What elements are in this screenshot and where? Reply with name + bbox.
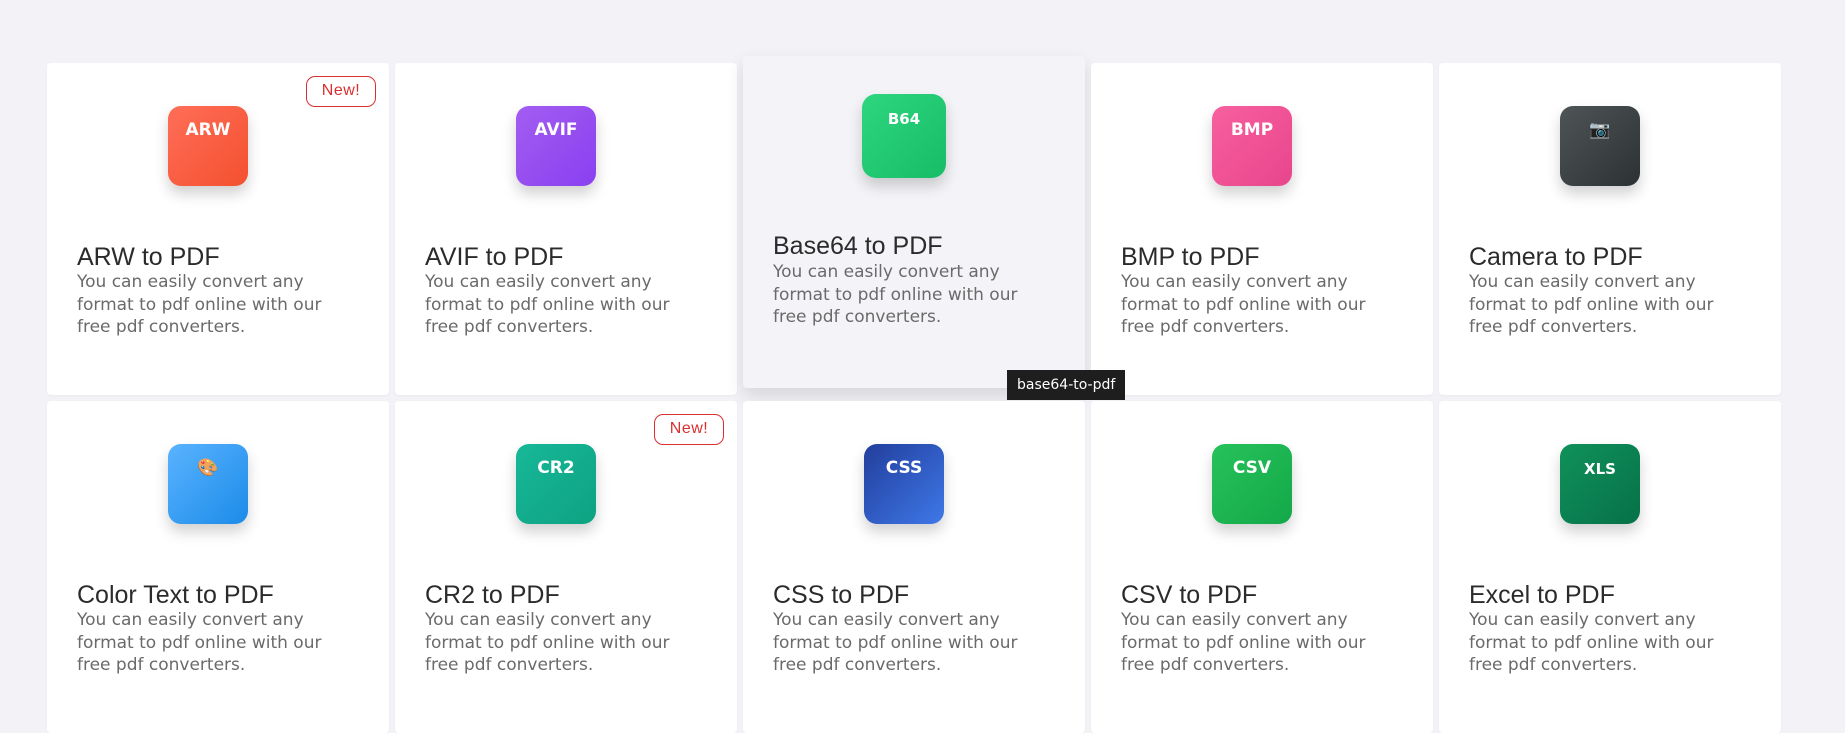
new-badge: New!: [654, 414, 724, 445]
excel-icon-label: XLS: [1584, 460, 1616, 478]
arw-icon-label: ARW: [185, 120, 231, 140]
card-description: You can easily convert any format to pdf…: [773, 262, 1018, 327]
card-csv-to-pdf[interactable]: CSV CSV to PDF You can easily convert an…: [1091, 401, 1433, 733]
card-title: CR2 to PDF: [425, 581, 560, 609]
new-badge: New!: [306, 76, 376, 107]
card-description: You can easily convert any format to pdf…: [773, 610, 1018, 675]
card-title: Base64 to PDF: [773, 232, 943, 260]
card-color-text-to-pdf[interactable]: 🎨 Color Text to PDF You can easily conve…: [47, 401, 389, 733]
card-description: You can easily convert any format to pdf…: [1121, 610, 1366, 675]
link-tooltip: base64-to-pdf: [1007, 370, 1126, 400]
cr2-icon: CR2: [516, 444, 596, 524]
avif-icon-label: AVIF: [534, 120, 578, 140]
css-icon-label: CSS: [885, 458, 923, 478]
card-description: You can easily convert any format to pdf…: [77, 272, 322, 337]
card-avif-to-pdf[interactable]: AVIF AVIF to PDF You can easily convert …: [395, 63, 737, 395]
card-css-to-pdf[interactable]: CSS CSS to PDF You can easily convert an…: [743, 401, 1085, 733]
card-title: CSS to PDF: [773, 581, 910, 609]
card-title: ARW to PDF: [77, 243, 220, 271]
card-title: CSV to PDF: [1121, 581, 1258, 609]
card-bmp-to-pdf[interactable]: BMP BMP to PDF You can easily convert an…: [1091, 63, 1433, 395]
avif-icon: AVIF: [516, 106, 596, 186]
card-title: Camera to PDF: [1469, 243, 1643, 271]
arw-icon: ARW: [168, 106, 248, 186]
camera-icon: 📷: [1560, 106, 1640, 186]
converter-grid: ARW New! ARW to PDF You can easily conve…: [47, 56, 1782, 733]
base64-icon-label: B64: [887, 110, 921, 128]
card-description: You can easily convert any format to pdf…: [425, 610, 670, 675]
card-description: You can easily convert any format to pdf…: [77, 610, 322, 675]
card-title: BMP to PDF: [1121, 243, 1260, 271]
css-icon: CSS: [864, 444, 944, 524]
card-camera-to-pdf[interactable]: 📷 Camera to PDF You can easily convert a…: [1439, 63, 1781, 395]
card-description: You can easily convert any format to pdf…: [1121, 272, 1366, 337]
cr2-icon-label: CR2: [537, 458, 575, 478]
card-base64-to-pdf[interactable]: B64 Base64 to PDF You can easily convert…: [743, 56, 1085, 388]
bmp-icon: BMP: [1212, 106, 1292, 186]
base64-icon: B64: [862, 94, 946, 178]
card-description: You can easily convert any format to pdf…: [1469, 272, 1714, 337]
card-description: You can easily convert any format to pdf…: [1469, 610, 1714, 675]
csv-icon-label: CSV: [1232, 458, 1272, 478]
palette-icon-glyph: 🎨: [197, 458, 219, 478]
excel-icon: XLS: [1560, 444, 1640, 524]
camera-icon-glyph: 📷: [1589, 120, 1611, 140]
card-title: AVIF to PDF: [425, 243, 564, 271]
card-title: Excel to PDF: [1469, 581, 1615, 609]
bmp-icon-label: BMP: [1230, 120, 1274, 140]
csv-icon: CSV: [1212, 444, 1292, 524]
card-title: Color Text to PDF: [77, 581, 274, 609]
palette-icon: 🎨: [168, 444, 248, 524]
card-excel-to-pdf[interactable]: XLS Excel to PDF You can easily convert …: [1439, 401, 1781, 733]
card-description: You can easily convert any format to pdf…: [425, 272, 670, 337]
card-cr2-to-pdf[interactable]: CR2 New! CR2 to PDF You can easily conve…: [395, 401, 737, 733]
card-arw-to-pdf[interactable]: ARW New! ARW to PDF You can easily conve…: [47, 63, 389, 395]
